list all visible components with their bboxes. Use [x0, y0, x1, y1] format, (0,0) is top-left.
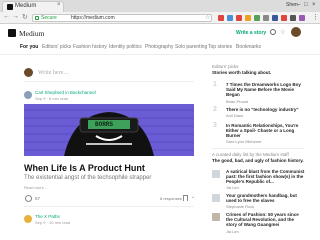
nav-fashion-history[interactable]: Fashion history — [73, 44, 107, 50]
nav-photography[interactable]: Photography — [145, 44, 173, 50]
browser-tab[interactable]: Medium × — [2, 1, 64, 12]
tab-title: Medium — [15, 3, 37, 9]
sidebar-section-heading[interactable]: Editors' picks — [212, 64, 238, 69]
maximize-icon[interactable]: □ — [304, 2, 308, 8]
post-meta: Sep 9 · 6 min read — [35, 96, 68, 101]
user-avatar[interactable] — [291, 27, 301, 37]
post-author[interactable]: Carl Shepherd in Backchannel — [35, 90, 96, 95]
reload-icon[interactable]: ↻ — [22, 13, 28, 21]
post-hero-image[interactable]: BORRS — [24, 104, 194, 156]
author-avatar[interactable] — [24, 215, 32, 223]
sidebar-story-title[interactable]: Your grandmothers handbag, but used to f… — [226, 193, 306, 203]
story-thumbnail[interactable] — [212, 170, 220, 178]
post-title[interactable]: When Life Is A Product Hunt — [24, 163, 145, 173]
sidebar-story-author[interactable]: Brian Proust — [226, 99, 248, 104]
sidebar-story-title[interactable]: Crimes of Fashion: 50 years since the Cu… — [226, 212, 306, 227]
sidebar-story-author[interactable]: Jia Lim — [226, 185, 239, 190]
nav-identity-politics[interactable]: Identity politics — [109, 44, 142, 50]
medium-logo-icon[interactable] — [8, 29, 16, 37]
read-more-link[interactable]: Read more… — [24, 185, 48, 190]
clap-icon[interactable] — [25, 195, 32, 202]
sidebar-story-title[interactable]: 7 Times the Dreamworks Logo Boy Said My … — [226, 82, 306, 97]
tab-close-icon[interactable]: × — [57, 2, 61, 8]
story-thumbnail[interactable] — [212, 213, 220, 221]
extension-icon[interactable] — [254, 15, 260, 21]
medium-favicon-icon — [7, 4, 13, 10]
rank-number: 3 — [213, 122, 217, 129]
sidebar-story-author[interactable]: Stephanie Rock — [226, 204, 254, 209]
divider — [212, 148, 304, 149]
bookmark-icon[interactable] — [183, 195, 188, 201]
search-icon[interactable] — [270, 29, 276, 35]
extension-icon[interactable] — [218, 15, 224, 21]
nav-top-stories[interactable]: Top stories — [208, 44, 232, 50]
extension-icon[interactable] — [245, 15, 251, 21]
chevron-down-icon[interactable]: ⌄ — [191, 194, 195, 200]
rank-number: 1 — [213, 81, 217, 88]
post-author[interactable]: The X Paths — [35, 214, 60, 219]
composer-avatar — [24, 68, 33, 77]
rank-number: 2 — [213, 106, 217, 113]
url-text[interactable]: https://medium.com — [71, 15, 115, 21]
hero-illustration — [24, 104, 194, 156]
sidebar-story-title[interactable]: There is no "technology industry" — [226, 107, 306, 112]
story-thumbnail[interactable] — [212, 194, 220, 202]
author-avatar[interactable] — [24, 91, 32, 99]
sidebar-section-subheading[interactable]: The good, bad, and ugly of fashion histo… — [212, 158, 304, 163]
extension-icon[interactable] — [272, 15, 278, 21]
write-story-link[interactable]: Write a story — [236, 30, 266, 36]
extension-icon[interactable] — [281, 15, 287, 21]
sidebar-story-author[interactable]: Jia Lim — [226, 229, 239, 234]
extension-icon[interactable] — [299, 15, 305, 21]
sidebar-section-subheading: Stories worth talking about. — [212, 70, 272, 75]
minimize-icon[interactable]: – — [297, 2, 300, 8]
extension-icon[interactable] — [290, 15, 296, 21]
extension-icon[interactable] — [227, 15, 233, 21]
address-bar[interactable]: Secure https://medium.com ☆ — [32, 14, 212, 22]
sidebar-section-heading: A curated daily list by the Medium staff — [212, 152, 289, 157]
responses-link[interactable]: 8 responses — [160, 196, 182, 201]
lock-icon — [35, 16, 39, 20]
divider — [24, 206, 194, 207]
nav-editors-picks[interactable]: Editors' picks — [42, 44, 71, 50]
extension-icon[interactable] — [263, 15, 269, 21]
sidebar-story-title[interactable]: A satirical blast from the Communist pas… — [226, 169, 306, 184]
close-window-icon[interactable]: × — [312, 2, 316, 8]
nav-for-you[interactable]: For you — [20, 44, 38, 50]
site-logo[interactable]: Medium — [19, 29, 44, 38]
back-icon[interactable]: ← — [3, 13, 10, 20]
bell-icon[interactable]: ♢ — [280, 29, 285, 36]
secure-label: Secure — [41, 15, 57, 21]
composer-placeholder[interactable]: Write here… — [38, 70, 69, 76]
clap-count: 67 — [35, 196, 41, 201]
sidebar-story-title[interactable]: In Romantic Relationships, You're Either… — [226, 123, 306, 138]
extension-icon[interactable] — [236, 15, 242, 21]
hero-screen-text: BORRS — [95, 121, 114, 128]
bookmark-star-icon[interactable]: ☆ — [205, 14, 210, 21]
nav-bookmarks[interactable]: Bookmarks — [236, 44, 261, 50]
sidebar-story-author[interactable]: Anil Dash — [226, 113, 243, 118]
forward-icon[interactable]: → — [12, 13, 19, 20]
post-subtitle[interactable]: The existential angst of the techsophile… — [24, 175, 151, 181]
browser-menu-icon[interactable]: ⋮ — [312, 13, 319, 21]
sidebar-story-author[interactable]: Sara Lynn Michener — [226, 139, 262, 144]
nav-solo-parenting[interactable]: Solo parenting — [175, 44, 207, 50]
profile-name[interactable]: Shen — [286, 2, 298, 8]
post-meta: Sep 9 · 10 min read — [35, 220, 71, 225]
